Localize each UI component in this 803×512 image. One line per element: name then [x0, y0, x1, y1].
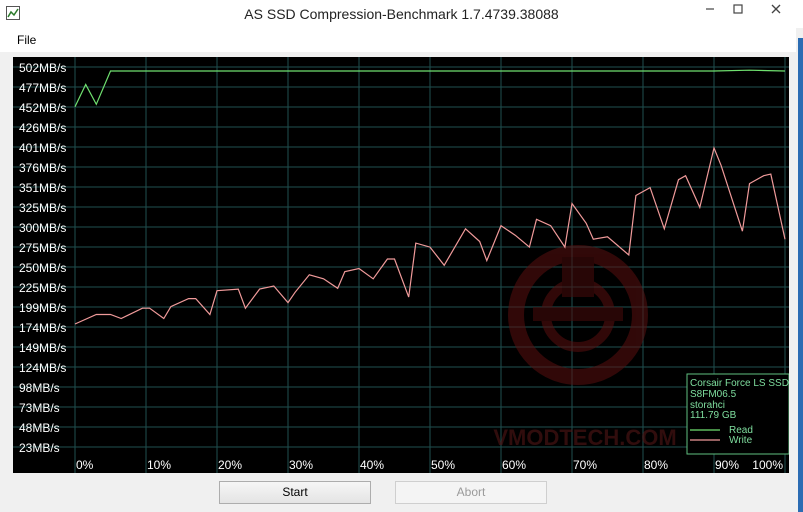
title-bar: AS SSD Compression-Benchmark 1.7.4739.38…: [0, 0, 803, 28]
y-tick-label: 401MB/s: [19, 141, 66, 155]
y-tick-label: 149MB/s: [19, 341, 66, 355]
y-tick-label: 98MB/s: [19, 381, 60, 395]
legend-device-model: Corsair Force LS SSD: [690, 378, 789, 389]
x-tick-label: 70%: [573, 458, 597, 472]
y-tick-label: 351MB/s: [19, 181, 66, 195]
x-tick-label: 20%: [218, 458, 242, 472]
legend-capacity: 111.79 GB: [690, 410, 737, 421]
minimize-button[interactable]: [696, 2, 724, 22]
close-button[interactable]: [756, 2, 796, 22]
maximize-button[interactable]: [724, 2, 752, 22]
y-tick-label: 199MB/s: [19, 301, 66, 315]
right-edge: [796, 28, 803, 512]
maximize-icon: [733, 4, 743, 14]
y-tick-label: 275MB/s: [19, 241, 66, 255]
x-tick-label: 50%: [431, 458, 455, 472]
legend-firmware: S8FM06.5: [690, 389, 737, 400]
x-tick-label: 40%: [360, 458, 384, 472]
y-tick-label: 174MB/s: [19, 321, 66, 335]
x-tick-label: 90%: [715, 458, 739, 472]
y-tick-label: 124MB/s: [19, 361, 66, 375]
background-window-edge: [798, 38, 803, 512]
x-tick-label: 60%: [502, 458, 526, 472]
close-icon: [771, 4, 781, 14]
x-tick-label: 0%: [76, 458, 94, 472]
menu-file[interactable]: File: [17, 33, 36, 47]
legend-box: Corsair Force LS SSD S8FM06.5 storahci 1…: [686, 373, 790, 455]
chart-canvas: VMODTECH.COM 502MB/s 477MB/s 452MB/s 426MB/…: [13, 57, 790, 473]
minimize-icon: [706, 8, 714, 10]
watermark-text: VMODTECH.COM: [493, 425, 676, 450]
menu-bar: File: [0, 28, 803, 52]
y-tick-label: 73MB/s: [19, 401, 60, 415]
x-tick-label: 30%: [289, 458, 313, 472]
y-tick-label: 376MB/s: [19, 161, 66, 175]
y-tick-label: 452MB/s: [19, 101, 66, 115]
y-tick-label: 250MB/s: [19, 261, 66, 275]
benchmark-chart: VMODTECH.COM 502MB/s 477MB/s 452MB/s 426MB/…: [13, 57, 790, 473]
legend-write-label: Write: [729, 435, 753, 446]
x-tick-label: 10%: [147, 458, 171, 472]
start-button[interactable]: Start: [219, 481, 371, 504]
y-tick-label: 48MB/s: [19, 421, 60, 435]
y-tick-label: 502MB/s: [19, 61, 66, 75]
y-tick-label: 225MB/s: [19, 281, 66, 295]
x-tick-label: 80%: [644, 458, 668, 472]
y-tick-label: 300MB/s: [19, 221, 66, 235]
y-tick-label: 23MB/s: [19, 441, 60, 455]
y-tick-label: 477MB/s: [19, 81, 66, 95]
y-tick-label: 426MB/s: [19, 121, 66, 135]
watermark-logo: VMODTECH.COM: [493, 245, 677, 450]
abort-button[interactable]: Abort: [395, 481, 547, 504]
x-tick-label: 100%: [752, 458, 783, 472]
y-tick-label: 325MB/s: [19, 201, 66, 215]
window-title: AS SSD Compression-Benchmark 1.7.4739.38…: [244, 6, 559, 22]
